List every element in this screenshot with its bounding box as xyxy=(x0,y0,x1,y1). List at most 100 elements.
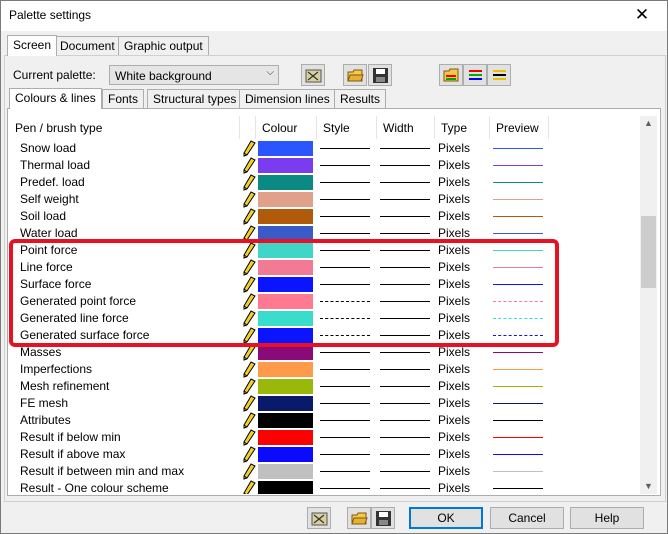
colour-swatch[interactable] xyxy=(258,413,313,428)
line-style-sample[interactable] xyxy=(320,216,370,217)
pencil-icon[interactable] xyxy=(242,429,256,446)
line-width-sample[interactable] xyxy=(380,437,430,438)
line-style-sample[interactable] xyxy=(320,403,370,404)
unit-type[interactable]: Pixels xyxy=(438,174,470,191)
ok-button[interactable]: OK xyxy=(409,507,483,529)
help-button[interactable]: Help xyxy=(570,507,644,529)
scroll-down-icon[interactable]: ▼ xyxy=(640,481,657,491)
col-header-colour[interactable]: Colour xyxy=(256,116,317,139)
line-width-sample[interactable] xyxy=(380,148,430,149)
line-width-sample[interactable] xyxy=(380,488,430,489)
line-style-sample[interactable] xyxy=(320,369,370,370)
tab-colours-lines[interactable]: Colours & lines xyxy=(9,88,102,109)
tab-fonts[interactable]: Fonts xyxy=(102,89,145,108)
colour-swatch[interactable] xyxy=(258,141,313,156)
unit-type[interactable]: Pixels xyxy=(438,378,470,395)
scroll-up-icon[interactable]: ▲ xyxy=(640,118,657,128)
line-style-sample[interactable] xyxy=(320,165,370,166)
line-style-sample[interactable] xyxy=(320,471,370,472)
table-row[interactable]: Self weight Pixels xyxy=(9,191,637,208)
line-style-sample[interactable] xyxy=(320,148,370,149)
table-row[interactable]: Mesh refinement Pixels xyxy=(9,378,637,395)
line-style-sample[interactable] xyxy=(320,182,370,183)
unit-type[interactable]: Pixels xyxy=(438,480,470,494)
unit-type[interactable]: Pixels xyxy=(438,361,470,378)
table-row[interactable]: Imperfections Pixels xyxy=(9,361,637,378)
colour-swatch[interactable] xyxy=(258,209,313,224)
unit-type[interactable]: Pixels xyxy=(438,446,470,463)
unit-type[interactable]: Pixels xyxy=(438,429,470,446)
line-width-sample[interactable] xyxy=(380,182,430,183)
reset-button-bottom[interactable] xyxy=(307,507,331,529)
unit-type[interactable]: Pixels xyxy=(438,191,470,208)
colour-swatch[interactable] xyxy=(258,158,313,173)
line-width-sample[interactable] xyxy=(380,216,430,217)
line-width-sample[interactable] xyxy=(380,454,430,455)
tab-results[interactable]: Results xyxy=(334,89,387,108)
line-style-sample[interactable] xyxy=(320,437,370,438)
col-header-type[interactable]: Type xyxy=(435,116,490,139)
line-width-sample[interactable] xyxy=(380,199,430,200)
colour-swatch[interactable] xyxy=(258,175,313,190)
pencil-icon[interactable] xyxy=(242,208,256,225)
close-icon[interactable]: ✕ xyxy=(629,4,655,26)
unit-type[interactable]: Pixels xyxy=(438,395,470,412)
vertical-scrollbar[interactable]: ▲ ▼ xyxy=(640,116,657,494)
colour-swatch[interactable] xyxy=(258,396,313,411)
table-row[interactable]: Predef. load Pixels xyxy=(9,174,637,191)
table-row[interactable]: FE mesh Pixels xyxy=(9,395,637,412)
line-width-sample[interactable] xyxy=(380,233,430,234)
save-palette-button[interactable] xyxy=(368,64,392,86)
pencil-icon[interactable] xyxy=(242,395,256,412)
line-style-sample[interactable] xyxy=(320,420,370,421)
table-row[interactable]: Thermal load Pixels xyxy=(9,157,637,174)
pencil-icon[interactable] xyxy=(242,446,256,463)
table-row[interactable]: Result if between min and max Pixels xyxy=(9,463,637,480)
table-row[interactable]: Snow load Pixels xyxy=(9,140,637,157)
pencil-icon[interactable] xyxy=(242,480,256,494)
unit-type[interactable]: Pixels xyxy=(438,140,470,157)
colour-swatch[interactable] xyxy=(258,192,313,207)
col-header-style[interactable]: Style xyxy=(317,116,377,139)
palette-lines-button[interactable] xyxy=(463,64,487,86)
save-button-bottom[interactable] xyxy=(371,507,395,529)
table-row[interactable]: Result if above max Pixels xyxy=(9,446,637,463)
open-palette-button[interactable] xyxy=(343,64,367,86)
line-width-sample[interactable] xyxy=(380,165,430,166)
cancel-button[interactable]: Cancel xyxy=(490,507,564,529)
pencil-icon[interactable] xyxy=(242,463,256,480)
tab-structural-types[interactable]: Structural types xyxy=(147,89,243,108)
colour-swatch[interactable] xyxy=(258,345,313,360)
scrollbar-thumb[interactable] xyxy=(641,216,656,288)
pencil-icon[interactable] xyxy=(242,174,256,191)
col-header-pen-brush-type[interactable]: Pen / brush type xyxy=(9,116,240,139)
palette-open-button[interactable] xyxy=(439,64,463,86)
pencil-icon[interactable] xyxy=(242,378,256,395)
line-style-sample[interactable] xyxy=(320,199,370,200)
colour-swatch[interactable] xyxy=(258,464,313,479)
pencil-icon[interactable] xyxy=(242,191,256,208)
line-style-sample[interactable] xyxy=(320,233,370,234)
unit-type[interactable]: Pixels xyxy=(438,412,470,429)
line-width-sample[interactable] xyxy=(380,420,430,421)
colour-swatch[interactable] xyxy=(258,481,313,494)
palette-colors-button[interactable] xyxy=(487,64,511,86)
unit-type[interactable]: Pixels xyxy=(438,157,470,174)
unit-type[interactable]: Pixels xyxy=(438,208,470,225)
table-row[interactable]: Result - One colour scheme Pixels xyxy=(9,480,637,494)
tab-graphic-output[interactable]: Graphic output xyxy=(118,36,209,55)
table-row[interactable]: Soil load Pixels xyxy=(9,208,637,225)
table-row[interactable]: Attributes Pixels xyxy=(9,412,637,429)
col-header-width[interactable]: Width xyxy=(377,116,435,139)
open-button-bottom[interactable] xyxy=(347,507,371,529)
colour-swatch[interactable] xyxy=(258,447,313,462)
line-width-sample[interactable] xyxy=(380,471,430,472)
table-row[interactable]: Result if below min Pixels xyxy=(9,429,637,446)
pencil-icon[interactable] xyxy=(242,140,256,157)
line-style-sample[interactable] xyxy=(320,454,370,455)
line-style-sample[interactable] xyxy=(320,386,370,387)
line-width-sample[interactable] xyxy=(380,369,430,370)
line-style-sample[interactable] xyxy=(320,488,370,489)
line-width-sample[interactable] xyxy=(380,386,430,387)
line-width-sample[interactable] xyxy=(380,352,430,353)
